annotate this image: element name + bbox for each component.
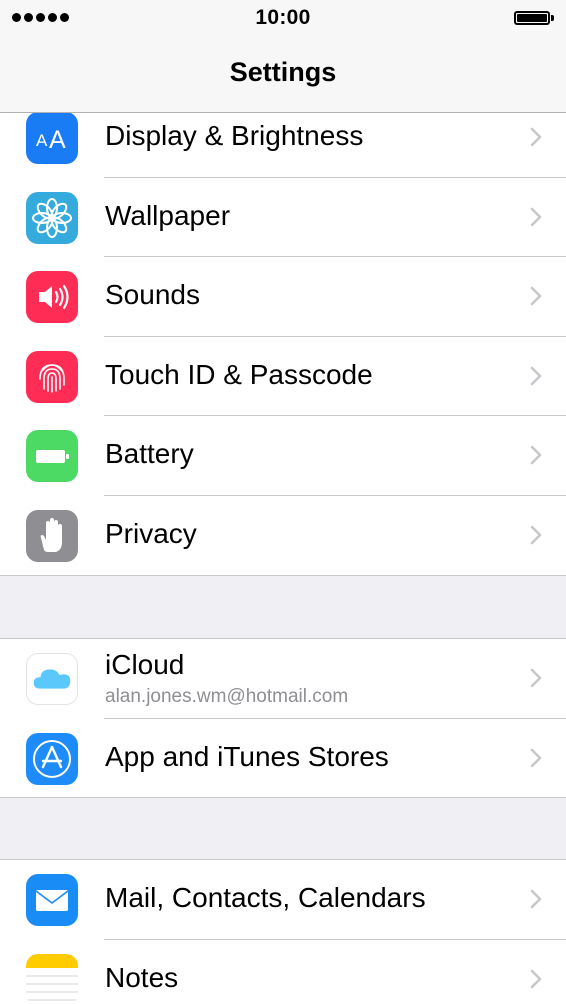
settings-group-device: A A Display & Brightness Wallpaper Sound… [0, 113, 566, 576]
page-title: Settings [229, 57, 337, 87]
settings-row-sounds[interactable]: Sounds [0, 257, 566, 337]
row-label: Privacy [105, 517, 197, 549]
wallpaper-flower-icon [26, 191, 78, 244]
settings-row-display-brightness[interactable]: A A Display & Brightness [0, 113, 566, 178]
icloud-icon [26, 653, 78, 705]
notes-icon [26, 953, 78, 1004]
svg-text:A: A [36, 131, 48, 150]
row-label: Mail, Contacts, Calendars [105, 882, 426, 913]
status-time: 10:00 [255, 6, 311, 29]
settings-group-accounts: iCloud alan.jones.wm@hotmail.com App and… [0, 638, 566, 798]
fingerprint-icon [26, 350, 78, 403]
status-bar: 10:00 [0, 0, 566, 38]
settings-screen: 10:00 Settings A A Display & Brightness [0, 0, 566, 1004]
chevron-right-icon [530, 889, 542, 909]
chevron-right-icon [530, 748, 542, 768]
account-email: alan.jones.wm@hotmail.com [105, 686, 349, 707]
settings-row-wallpaper[interactable]: Wallpaper [0, 178, 566, 258]
settings-row-app-itunes-stores[interactable]: App and iTunes Stores [0, 719, 566, 799]
mail-envelope-icon [26, 874, 78, 926]
speaker-icon [26, 271, 78, 323]
chevron-right-icon [530, 668, 542, 688]
chevron-right-icon [530, 969, 542, 989]
row-label: Notes [105, 961, 179, 993]
row-label: Touch ID & Passcode [105, 358, 373, 390]
display-brightness-icon: A A [26, 113, 78, 164]
hand-icon [26, 509, 78, 562]
chevron-right-icon [530, 286, 542, 306]
svg-text:A: A [49, 126, 66, 154]
settings-row-battery[interactable]: Battery [0, 416, 566, 496]
chevron-right-icon [530, 366, 542, 386]
settings-group-apps: Mail, Contacts, Calendars Notes [0, 859, 566, 1004]
row-label: App and iTunes Stores [105, 740, 389, 772]
chevron-right-icon [530, 207, 542, 227]
settings-list[interactable]: A A Display & Brightness Wallpaper Sound… [0, 113, 566, 1004]
settings-row-touch-id-passcode[interactable]: Touch ID & Passcode [0, 337, 566, 417]
row-label: Battery [105, 438, 194, 469]
row-label: Sounds [105, 279, 200, 310]
chevron-right-icon [530, 127, 542, 147]
settings-row-privacy[interactable]: Privacy [0, 496, 566, 576]
navigation-bar: Settings [0, 38, 566, 113]
row-label: Display & Brightness [105, 120, 364, 151]
battery-icon [26, 430, 78, 482]
row-label: iCloud [105, 649, 185, 680]
row-label: Wallpaper [105, 199, 231, 231]
settings-row-notes[interactable]: Notes [0, 940, 566, 1004]
chevron-right-icon [530, 445, 542, 465]
battery-status-icon [514, 11, 554, 25]
settings-row-mail-contacts-calendars[interactable]: Mail, Contacts, Calendars [0, 860, 566, 940]
settings-row-icloud[interactable]: iCloud alan.jones.wm@hotmail.com [0, 639, 566, 719]
app-store-icon [26, 732, 78, 785]
chevron-right-icon [530, 525, 542, 545]
